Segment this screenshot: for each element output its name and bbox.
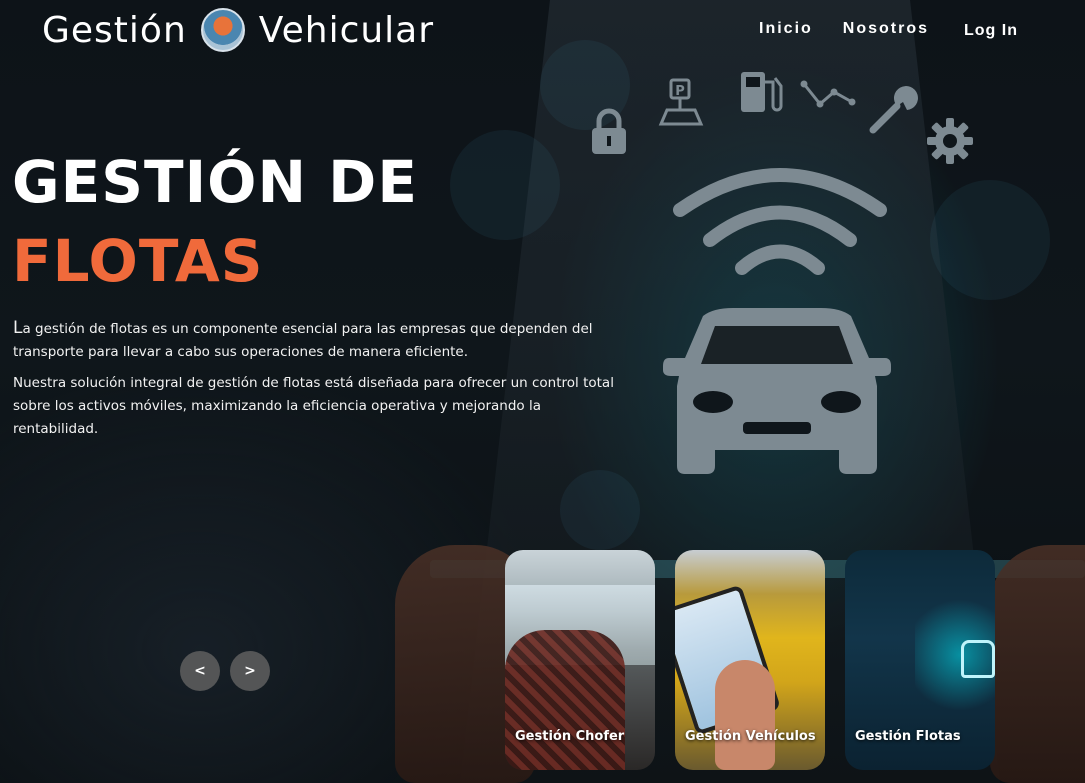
card-label: Gestión Vehículos (685, 729, 816, 744)
brand-text-right: Vehicular (258, 9, 435, 51)
hero-paragraph-1-text: a gestión de flotas es un componente ese… (13, 321, 593, 360)
wifi-icon (673, 168, 887, 275)
carousel-card-flotas[interactable]: Gestión Flotas (845, 550, 995, 770)
hero-title-line2: FLOTAS (12, 227, 264, 295)
main-nav: Inicio Nosotros (759, 20, 929, 38)
carousel-next-button[interactable]: > (230, 651, 270, 691)
card-label: Gestión Flotas (855, 729, 961, 744)
hero-paragraph-2: Nuestra solución integral de gestión de … (13, 375, 614, 437)
hero-title-line1: GESTIÓN DE (12, 148, 418, 216)
card-image-hand (715, 660, 775, 770)
parking-icon: P (658, 78, 704, 126)
brand-emblem-icon (200, 8, 245, 52)
carousel-card-vehiculos[interactable]: Gestión Vehículos (675, 550, 825, 770)
nav-item-nosotros[interactable]: Nosotros (843, 20, 929, 38)
background-bokeh (450, 130, 560, 240)
car-icon (663, 308, 891, 474)
brand-text-left: Gestión (42, 9, 187, 51)
wrench-icon (869, 86, 918, 134)
card-label: Gestión Chofer (515, 729, 625, 744)
hero-paragraph-1: La gestión de flotas es un componente es… (13, 317, 623, 364)
svg-text:P: P (675, 84, 685, 99)
gear-icon (927, 118, 973, 164)
carousel-prev-button[interactable]: < (180, 651, 220, 691)
fleet-icon-cluster: P (585, 60, 985, 490)
brand-logo-wordmark[interactable]: Gestión Vehicular (42, 8, 434, 52)
card-image-car (961, 640, 995, 678)
fuel-icon (741, 72, 783, 112)
background-hand-right (990, 545, 1085, 783)
carousel-card-chofer[interactable]: Gestión Chofer (505, 550, 655, 770)
nav-item-inicio[interactable]: Inicio (759, 20, 813, 38)
card-image-driver-figure (505, 630, 625, 770)
login-link[interactable]: Log In (964, 22, 1018, 40)
route-icon (800, 80, 856, 108)
lock-icon (592, 108, 626, 154)
